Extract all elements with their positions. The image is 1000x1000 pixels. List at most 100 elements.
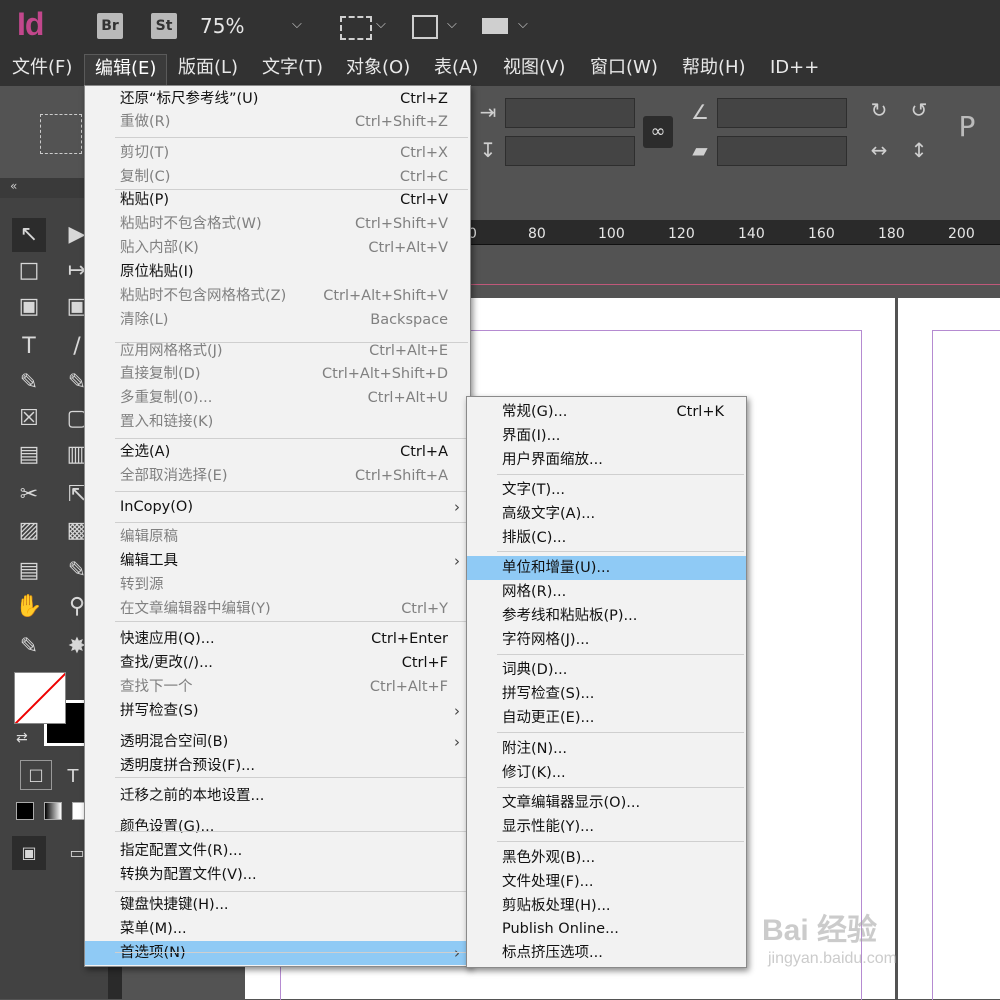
fill-swatch[interactable] xyxy=(14,672,66,724)
menu-help[interactable]: 帮助(H) xyxy=(672,54,756,86)
prefs-menu-item-1[interactable]: 界面(I)... xyxy=(467,424,746,448)
swap-fill-stroke-icon[interactable]: ⇄ xyxy=(16,730,28,746)
prefs-menu-item-7[interactable]: 网格(R)... xyxy=(467,580,746,604)
edit-menu-item-8[interactable]: 粘贴时不包含网格格式(Z) Ctrl+Alt+Shift+V xyxy=(85,284,470,308)
apply-gradient-icon[interactable] xyxy=(44,802,62,820)
prefs-menu-item-21[interactable]: 标点挤压选项... xyxy=(467,941,746,965)
menu-layout[interactable]: 版面(L) xyxy=(168,54,248,86)
edit-menu-item-4[interactable]: 粘贴(P) Ctrl+V xyxy=(85,188,470,212)
edit-menu-item-9[interactable]: 清除(L) Backspace xyxy=(85,308,470,332)
menu-table[interactable]: 表(A) xyxy=(424,54,488,86)
edit-menu-item-13[interactable]: 置入和链接(K) xyxy=(85,410,470,434)
screen-mode-icon[interactable] xyxy=(412,15,438,39)
edit-menu-item-26[interactable]: 透明度拼合预设(F)... xyxy=(85,754,470,778)
edit-menu-item-32[interactable]: 菜单(M)... xyxy=(85,917,470,941)
rotate-ccw-icon[interactable]: ↺ xyxy=(902,98,936,122)
edit-menu-item-1[interactable]: 重做(R) Ctrl+Shift+Z xyxy=(85,110,470,134)
horizontal-ruler[interactable]: 0 80 100 120 140 160 180 200 xyxy=(468,220,1000,245)
edit-menu-item-14[interactable]: 全选(A) Ctrl+A xyxy=(85,440,470,464)
scissors-tool-icon[interactable]: ✂ xyxy=(12,478,46,512)
prefs-menu-item-19[interactable]: 剪贴板处理(H)... xyxy=(467,894,746,918)
prefs-menu-item-11[interactable]: 拼写检查(S)... xyxy=(467,682,746,706)
prefs-menu-item-18[interactable]: 文件处理(F)... xyxy=(467,870,746,894)
edit-menu-item-6[interactable]: 贴入内部(K) Ctrl+Alt+V xyxy=(85,236,470,260)
stock-button[interactable]: St xyxy=(151,13,177,39)
edit-menu-item-3[interactable]: 复制(C) Ctrl+C xyxy=(85,165,470,189)
page-tool-icon[interactable]: □ xyxy=(12,254,46,288)
prefs-menu-item-10[interactable]: 词典(D)... xyxy=(467,658,746,682)
bridge-button[interactable]: Br xyxy=(97,13,123,39)
prefs-menu-item-8[interactable]: 参考线和粘贴板(P)... xyxy=(467,604,746,628)
collapse-icon[interactable]: « xyxy=(10,179,17,193)
prefs-menu-item-2[interactable]: 用户界面缩放... xyxy=(467,448,746,472)
edit-menu-item-23[interactable]: 查找下一个 Ctrl+Alt+F xyxy=(85,675,470,699)
constrain-proportions-icon[interactable]: ∞ xyxy=(643,116,673,148)
edit-menu-item-5[interactable]: 粘贴时不包含格式(W) Ctrl+Shift+V xyxy=(85,212,470,236)
color-theme-tool-icon[interactable]: ✎ xyxy=(12,630,46,664)
edit-menu-item-29[interactable]: 指定配置文件(R)... xyxy=(85,839,470,863)
edit-menu-item-21[interactable]: 快速应用(Q)... Ctrl+Enter xyxy=(85,627,470,651)
scale-x-field[interactable] xyxy=(505,98,635,128)
menu-view[interactable]: 视图(V) xyxy=(493,54,575,86)
prefs-menu-item-3[interactable]: 文字(T)... xyxy=(467,478,746,502)
prefs-menu-item-13[interactable]: 附注(N)... xyxy=(467,737,746,761)
prefs-menu-item-6[interactable]: 单位和增量(U)... xyxy=(467,556,746,580)
view-chevron-down-icon[interactable]: ⌵ xyxy=(376,17,386,32)
rotate-angle-field[interactable] xyxy=(717,98,847,128)
edit-menu-item-25[interactable]: 透明混合空间(B) › xyxy=(85,730,470,754)
flip-vertical-icon[interactable]: ↕ xyxy=(902,138,936,162)
shear-angle-field[interactable] xyxy=(717,136,847,166)
reference-p-icon[interactable]: P xyxy=(948,110,986,143)
content-collector-icon[interactable]: ▣ xyxy=(12,290,46,324)
prefs-menu-item-5[interactable]: 排版(C)... xyxy=(467,526,746,550)
zoom-chevron-down-icon[interactable]: ⌵ xyxy=(292,17,302,32)
gradient-swatch-tool-icon[interactable]: ▨ xyxy=(12,514,46,548)
rotate-cw-icon[interactable]: ↻ xyxy=(862,98,896,122)
edit-menu-item-30[interactable]: 转换为配置文件(V)... xyxy=(85,863,470,887)
scale-y-field[interactable] xyxy=(505,136,635,166)
prefs-menu-item-0[interactable]: 常规(G)... Ctrl+K xyxy=(467,400,746,424)
edit-menu-item-0[interactable]: 还原“标尺参考线”(U) Ctrl+Z xyxy=(85,87,470,111)
prefs-menu-item-9[interactable]: 字符网格(J)... xyxy=(467,628,746,652)
edit-menu-item-20[interactable]: 在文章编辑器中编辑(Y) Ctrl+Y xyxy=(85,597,470,621)
edit-menu-item-19[interactable]: 转到源 xyxy=(85,573,470,597)
edit-menu-item-31[interactable]: 键盘快捷键(H)... xyxy=(85,893,470,917)
edit-menu-item-12[interactable]: 多重复制(0)... Ctrl+Alt+U xyxy=(85,386,470,410)
zoom-level[interactable]: 75% xyxy=(200,14,244,38)
arrange-chevron-down-icon[interactable]: ⌵ xyxy=(518,17,528,32)
horizontal-grid-tool-icon[interactable]: ▤ xyxy=(12,438,46,472)
edit-menu-item-24[interactable]: 拼写检查(S) › xyxy=(85,699,470,723)
edit-menu-item-33[interactable]: 首选项(N) › xyxy=(85,941,470,965)
view-options-icon[interactable] xyxy=(340,16,372,40)
reference-point-icon[interactable] xyxy=(40,114,82,154)
menu-idpp[interactable]: ID++ xyxy=(760,54,829,86)
edit-menu-item-27[interactable]: 迁移之前的本地设置... xyxy=(85,784,470,808)
pen-tool-icon[interactable]: ✎ xyxy=(12,366,46,400)
edit-menu-item-7[interactable]: 原位粘贴(I) xyxy=(85,260,470,284)
edit-menu-item-18[interactable]: 编辑工具 › xyxy=(85,549,470,573)
screen-chevron-down-icon[interactable]: ⌵ xyxy=(447,17,457,32)
prefs-menu-item-17[interactable]: 黑色外观(B)... xyxy=(467,846,746,870)
prefs-menu-item-20[interactable]: Publish Online... xyxy=(467,917,746,941)
menu-edit[interactable]: 编辑(E) xyxy=(84,54,168,87)
menu-file[interactable]: 文件(F) xyxy=(2,54,82,86)
edit-menu-item-11[interactable]: 直接复制(D) Ctrl+Alt+Shift+D xyxy=(85,362,470,386)
menu-object[interactable]: 对象(O) xyxy=(336,54,420,86)
note-tool-icon[interactable]: ▤ xyxy=(12,554,46,588)
edit-menu-item-17[interactable]: 编辑原稿 xyxy=(85,525,470,549)
edit-menu-item-22[interactable]: 查找/更改(/)... Ctrl+F xyxy=(85,651,470,675)
edit-menu-item-2[interactable]: 剪切(T) Ctrl+X xyxy=(85,141,470,165)
arrange-documents-icon[interactable] xyxy=(482,18,508,34)
apply-color-icon[interactable] xyxy=(16,802,34,820)
edit-menu-item-16[interactable]: InCopy(O) › xyxy=(85,495,470,519)
formatting-container-icon[interactable]: □ xyxy=(20,760,52,790)
prefs-menu-item-14[interactable]: 修订(K)... xyxy=(467,761,746,785)
type-tool-icon[interactable]: T xyxy=(12,330,46,364)
normal-view-icon[interactable]: ▣ xyxy=(12,836,46,870)
document-page-right[interactable] xyxy=(898,298,1000,1000)
hand-tool-icon[interactable]: ✋ xyxy=(12,590,46,624)
rectangle-frame-tool-icon[interactable]: ☒ xyxy=(12,402,46,436)
menu-window[interactable]: 窗口(W) xyxy=(580,54,668,86)
prefs-menu-item-16[interactable]: 显示性能(Y)... xyxy=(467,815,746,839)
flip-horizontal-icon[interactable]: ↔ xyxy=(862,138,896,162)
